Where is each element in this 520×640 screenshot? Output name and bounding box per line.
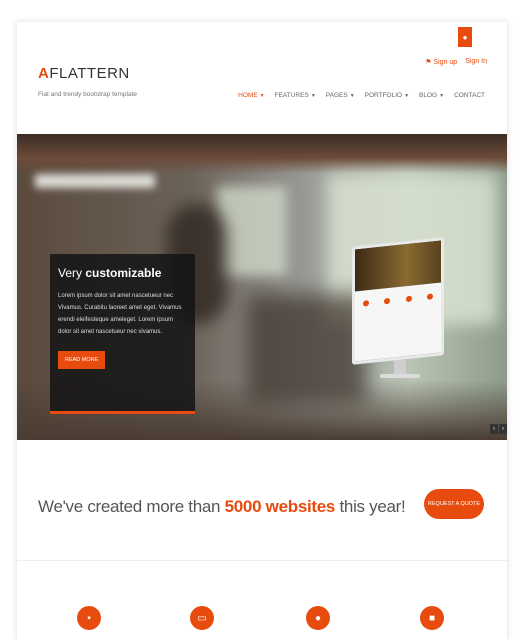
logo-mark: A <box>38 65 50 82</box>
nav-label: CONTACT <box>454 92 485 99</box>
monitor-screen <box>352 237 444 365</box>
screen-icon <box>405 295 412 303</box>
signup-link[interactable]: ⚑ Sign up <box>425 58 457 66</box>
signup-label: Sign up <box>433 59 458 66</box>
caption-heading-pre: Very <box>58 266 86 280</box>
nav-item-contact[interactable]: CONTACT <box>454 92 485 99</box>
nav-item-blog[interactable]: BLOG ▼ <box>419 92 444 99</box>
nav-item-home[interactable]: HOME ▼ <box>238 92 264 99</box>
caption-heading: Very customizable <box>58 266 187 280</box>
hero-caption: Very customizable Lorem ipsum dolor sit … <box>50 254 195 414</box>
logo-text: FLATTERN <box>49 65 130 82</box>
book-icon: ■ <box>420 606 444 630</box>
account-links: ⚑ Sign up Sign In <box>425 58 487 66</box>
nav-label: PORTFOLIO <box>364 92 403 99</box>
hero-bg-ceiling <box>17 134 507 174</box>
monitor-image <box>352 237 444 382</box>
prev-arrow-icon[interactable]: ‹ <box>490 424 498 434</box>
screen-icon <box>362 300 369 307</box>
nav-label: PAGES <box>325 92 348 99</box>
read-more-button[interactable]: READ MORE <box>58 351 106 369</box>
caret-down-icon: ▼ <box>349 92 355 99</box>
nav-item-features[interactable]: FEATURES ▼ <box>275 92 316 99</box>
cta-post: this year! <box>335 497 406 516</box>
top-tab-button[interactable]: ● <box>458 27 472 47</box>
request-quote-button[interactable]: REQUEST A QUOTE <box>424 489 484 519</box>
caret-down-icon: ▼ <box>259 92 265 99</box>
caret-down-icon: ▼ <box>404 92 410 99</box>
monitor-icon: ▭ <box>190 606 214 630</box>
caret-down-icon: ▼ <box>439 92 445 99</box>
caption-body: Lorem ipsum dolor sit amet nascetueur ne… <box>58 293 182 335</box>
screen-icon <box>384 297 391 305</box>
person-icon: ● <box>306 606 330 630</box>
logo[interactable]: AFLATTERN <box>38 65 130 82</box>
caret-down-icon: ▼ <box>310 92 316 99</box>
nav-label: HOME <box>238 92 258 99</box>
next-arrow-icon[interactable]: › <box>499 424 507 434</box>
main-nav: HOME ▼ FEATURES ▼ PAGES ▼ PORTFOLIO ▼ BLOG ▼ … <box>238 92 485 99</box>
slider-arrows: ‹ › <box>490 424 507 434</box>
cta-highlight: 5000 websites <box>224 497 336 516</box>
caption-heading-bold: customizable <box>85 266 162 280</box>
monitor-base <box>380 374 420 378</box>
signin-link[interactable]: Sign In <box>465 58 487 66</box>
tagline: Flat and trendy bootstrap template <box>38 91 138 98</box>
page: ● ⚑ Sign up Sign In AFLATTERN Flat and t… <box>17 22 507 640</box>
nav-label: FEATURES <box>274 92 309 99</box>
nav-item-portfolio[interactable]: PORTFOLIO ▼ <box>365 92 409 99</box>
briefcase-icon: ▪ <box>77 606 101 630</box>
user-icon: ● <box>462 32 468 42</box>
cta-text: We've created more than 5000 websites th… <box>38 497 406 517</box>
hero-bg-window <box>217 186 287 276</box>
cta-pre: We've created more than <box>38 497 225 516</box>
nav-label: BLOG <box>419 92 438 99</box>
screen-icon <box>427 293 434 300</box>
section-divider <box>17 560 507 561</box>
nav-item-pages[interactable]: PAGES ▼ <box>326 92 355 99</box>
hero-bg-light <box>35 174 155 188</box>
screen-content <box>355 282 441 365</box>
